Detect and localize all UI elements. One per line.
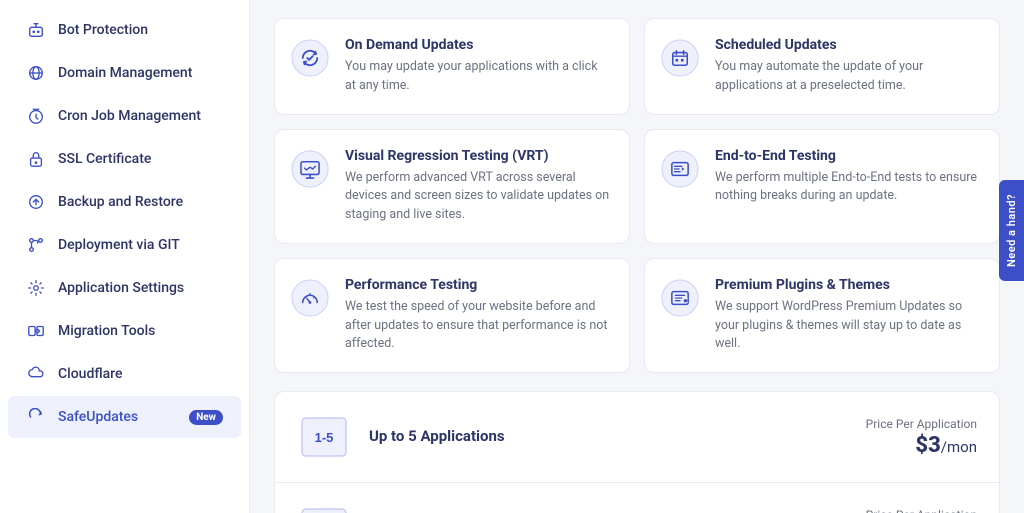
sidebar-item-label: Cron Job Management: [58, 108, 201, 124]
e2e-icon: [659, 148, 701, 190]
update-circle-icon: [289, 37, 331, 79]
new-badge: New: [189, 410, 223, 425]
sidebar-item-label: Migration Tools: [58, 323, 155, 339]
apps-1-5-icon: 1-5: [297, 410, 351, 464]
gauge-icon: [289, 277, 331, 319]
card-vrt: Visual Regression Testing (VRT) We perfo…: [274, 129, 630, 244]
card-performance-content: Performance Testing We test the speed of…: [345, 277, 611, 354]
pricing-5-info: Up to 5 Applications: [369, 427, 848, 448]
sidebar-item-domain-management[interactable]: Domain Management: [8, 52, 241, 94]
card-performance: Performance Testing We test the speed of…: [274, 258, 630, 373]
feature-cards-grid: On Demand Updates You may update your ap…: [274, 18, 1000, 373]
sidebar-item-cron-job[interactable]: Cron Job Management: [8, 95, 241, 137]
main-content: On Demand Updates You may update your ap…: [250, 0, 1024, 513]
globe-icon: [26, 63, 46, 83]
pricing-row-6plus: 6 6+ Applications Save an extra $1 when …: [275, 483, 999, 513]
sidebar-item-label: Application Settings: [58, 280, 184, 296]
cloud-icon: [26, 364, 46, 384]
need-hand-tab[interactable]: Need a hand?: [999, 180, 1024, 281]
sidebar-item-app-settings[interactable]: Application Settings: [8, 267, 241, 309]
card-scheduled-updates: Scheduled Updates You may automate the u…: [644, 18, 1000, 115]
sidebar-item-label: Domain Management: [58, 65, 192, 81]
card-on-demand-updates: On Demand Updates You may update your ap…: [274, 18, 630, 115]
card-on-demand-desc: You may update your applications with a …: [345, 58, 611, 96]
svg-text:1-5: 1-5: [315, 430, 334, 445]
card-premium-content: Premium Plugins & Themes We support Word…: [715, 277, 981, 354]
card-scheduled-content: Scheduled Updates You may automate the u…: [715, 37, 981, 96]
sidebar: Bot Protection Domain Management Cron Jo…: [0, 0, 250, 513]
sidebar-item-label: SafeUpdates: [58, 409, 138, 425]
sidebar-item-label: Backup and Restore: [58, 194, 183, 210]
card-vrt-content: Visual Regression Testing (VRT) We perfo…: [345, 148, 611, 225]
card-performance-desc: We test the speed of your website before…: [345, 298, 611, 354]
card-on-demand-title: On Demand Updates: [345, 37, 611, 53]
lock-icon: [26, 149, 46, 169]
pricing-section: 1-5 Up to 5 Applications Price Per Appli…: [274, 391, 1000, 513]
card-premium-title: Premium Plugins & Themes: [715, 277, 981, 293]
pricing-5-per-app-label: Price Per Application: [866, 417, 977, 431]
card-scheduled-title: Scheduled Updates: [715, 37, 981, 53]
sidebar-item-git[interactable]: Deployment via GIT: [8, 224, 241, 266]
plugin-icon: [659, 277, 701, 319]
card-premium-desc: We support WordPress Premium Updates so …: [715, 298, 981, 354]
card-on-demand-content: On Demand Updates You may update your ap…: [345, 37, 611, 96]
pricing-6plus-price: Price Per Application $2/mon: [866, 508, 977, 513]
sidebar-item-label: SSL Certificate: [58, 151, 151, 167]
monitor-icon: [289, 148, 331, 190]
calendar-icon: [659, 37, 701, 79]
sidebar-item-label: Bot Protection: [58, 22, 148, 38]
backup-icon: [26, 192, 46, 212]
apps-6-plus-icon: 6: [297, 501, 351, 513]
card-vrt-title: Visual Regression Testing (VRT): [345, 148, 611, 164]
pricing-5-title: Up to 5 Applications: [369, 427, 848, 445]
card-e2e-title: End-to-End Testing: [715, 148, 981, 164]
refresh-icon: [26, 407, 46, 427]
sidebar-item-backup[interactable]: Backup and Restore: [8, 181, 241, 223]
pricing-5-amount: $3/mon: [866, 433, 977, 458]
clock-icon: [26, 106, 46, 126]
card-performance-title: Performance Testing: [345, 277, 611, 293]
pricing-6plus-per-app-label: Price Per Application: [866, 508, 977, 513]
sidebar-item-migration[interactable]: Migration Tools: [8, 310, 241, 352]
card-e2e-desc: We perform multiple End-to-End tests to …: [715, 169, 981, 207]
card-premium: Premium Plugins & Themes We support Word…: [644, 258, 1000, 373]
pricing-5-price: Price Per Application $3/mon: [866, 417, 977, 458]
sidebar-item-label: Deployment via GIT: [58, 237, 180, 253]
sidebar-item-ssl[interactable]: SSL Certificate: [8, 138, 241, 180]
card-e2e: End-to-End Testing We perform multiple E…: [644, 129, 1000, 244]
settings-icon: [26, 278, 46, 298]
sidebar-item-safeupdates[interactable]: SafeUpdates New: [8, 396, 241, 438]
git-icon: [26, 235, 46, 255]
pricing-row-5: 1-5 Up to 5 Applications Price Per Appli…: [275, 392, 999, 483]
bot-icon: [26, 20, 46, 40]
sidebar-item-cloudflare[interactable]: Cloudflare: [8, 353, 241, 395]
sidebar-item-label: Cloudflare: [58, 366, 122, 382]
sidebar-item-bot-protection[interactable]: Bot Protection: [8, 9, 241, 51]
card-scheduled-desc: You may automate the update of your appl…: [715, 58, 981, 96]
card-vrt-desc: We perform advanced VRT across several d…: [345, 169, 611, 225]
card-e2e-content: End-to-End Testing We perform multiple E…: [715, 148, 981, 207]
migration-icon: [26, 321, 46, 341]
